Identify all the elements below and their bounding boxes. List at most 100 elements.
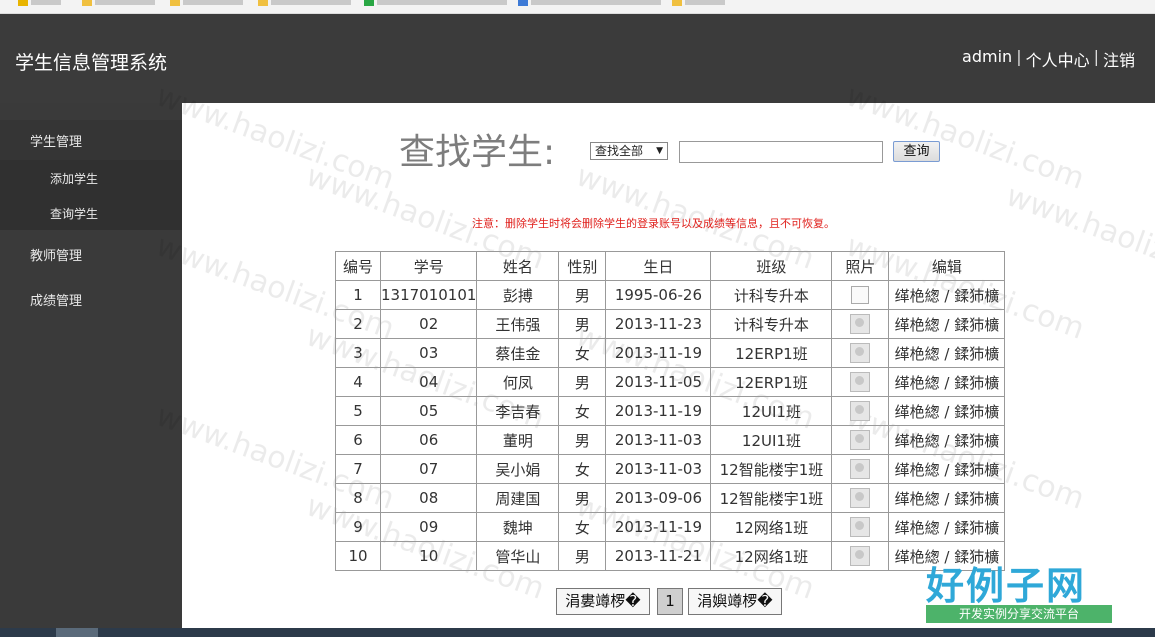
sidebar-item-query-student[interactable]: 查询学生 [0, 195, 182, 230]
search-scope-select[interactable]: 查找全部 ▼ [590, 142, 668, 160]
top-header: 学生信息管理系统 admin | 个人中心 | 注销 [0, 14, 1155, 103]
next-page-button[interactable]: 涓嬩竴椤� [688, 588, 782, 615]
username-link[interactable]: admin [962, 47, 1012, 71]
student-name: 王伟强 [476, 309, 560, 339]
column-header: 班级 [710, 251, 833, 281]
avatar-placeholder-icon [850, 517, 871, 537]
edit-actions[interactable]: 缂栬緫 / 鍒犻櫎 [888, 425, 1006, 455]
student-id: 08 [379, 483, 478, 513]
class-name: 12UI1班 [710, 425, 833, 455]
broken-image-icon [851, 286, 870, 305]
edit-actions[interactable]: 缂栬緫 / 鍒犻櫎 [888, 512, 1006, 542]
bookmark[interactable] [364, 0, 507, 6]
table-row: 3 03 蔡佳金女 2013-11-19 12ERP1班 缂栬緫 / 鍒犻櫎 [335, 338, 1006, 368]
student-id: 04 [379, 367, 478, 397]
watermark-text: www.haolizi.com [1001, 178, 1155, 297]
photo-cell [831, 280, 890, 310]
column-header: 照片 [831, 251, 890, 281]
gender: 男 [558, 309, 607, 339]
profile-link[interactable]: 个人中心 [1026, 47, 1090, 71]
student-name: 彭搏 [476, 280, 560, 310]
row-number: 8 [335, 483, 381, 513]
row-number: 2 [335, 309, 381, 339]
column-header: 姓名 [476, 251, 560, 281]
prev-page-button[interactable]: 涓婁竴椤� [556, 588, 650, 615]
search-title: 查找学生: [399, 132, 556, 173]
class-name: 12网络1班 [710, 512, 833, 542]
birthday: 2013-11-23 [605, 309, 712, 339]
site-logo-watermark: 好例子网 开发实例分享交流平台 [922, 555, 1112, 625]
avatar-placeholder-icon [850, 343, 871, 363]
edit-actions[interactable]: 缂栬緫 / 鍒犻櫎 [888, 280, 1006, 310]
os-taskbar [0, 628, 1155, 637]
photo-cell [831, 309, 890, 339]
edit-actions[interactable]: 缂栬緫 / 鍒犻櫎 [888, 483, 1006, 513]
class-name: 12网络1班 [710, 541, 833, 571]
photo-cell [831, 512, 890, 542]
avatar-placeholder-icon [850, 401, 871, 421]
sidebar-item-student-management[interactable]: 学生管理 [0, 120, 182, 160]
logout-link[interactable]: 注销 [1103, 47, 1135, 71]
birthday: 2013-11-05 [605, 367, 712, 397]
row-number: 4 [335, 367, 381, 397]
student-id: 06 [379, 425, 478, 455]
separator: | [1016, 47, 1022, 66]
edit-actions[interactable]: 缂栬緫 / 鍒犻櫎 [888, 309, 1006, 339]
birthday: 2013-09-06 [605, 483, 712, 513]
bookmark[interactable] [170, 0, 243, 6]
photo-cell [831, 425, 890, 455]
search-input[interactable] [679, 141, 883, 163]
table-row: 2 02 王伟强男 2013-11-23 计科专升本 缂栬緫 / 鍒犻櫎 [335, 309, 1006, 339]
bookmarks-bar [0, 0, 1155, 14]
search-scope-value: 查找全部 [595, 144, 644, 158]
edit-actions[interactable]: 缂栬緫 / 鍒犻櫎 [888, 396, 1006, 426]
bookmark[interactable] [258, 0, 351, 6]
sidebar-item-teacher-management[interactable]: 教师管理 [0, 233, 182, 273]
column-header: 生日 [605, 251, 712, 281]
gender: 男 [558, 280, 607, 310]
taskbar-button[interactable] [56, 628, 98, 637]
bookmark[interactable] [672, 0, 725, 6]
avatar-placeholder-icon [850, 372, 871, 392]
sidebar-item-score-management[interactable]: 成绩管理 [0, 278, 182, 318]
gender: 女 [558, 512, 607, 542]
student-name: 魏坤 [476, 512, 560, 542]
logo-sub-text: 开发实例分享交流平台 [926, 605, 1112, 623]
system-title: 学生信息管理系统 [15, 52, 168, 74]
table-row: 10 10 管华山男 2013-11-21 12网络1班 缂栬緫 / 鍒犻櫎 [335, 541, 1006, 571]
edit-actions[interactable]: 缂栬緫 / 鍒犻櫎 [888, 367, 1006, 397]
birthday: 2013-11-19 [605, 512, 712, 542]
student-name: 管华山 [476, 541, 560, 571]
table-row: 9 09 魏坤女 2013-11-19 12网络1班 缂栬緫 / 鍒犻櫎 [335, 512, 1006, 542]
photo-cell [831, 338, 890, 368]
avatar-placeholder-icon [850, 430, 871, 450]
student-id: 1317010101 [379, 280, 478, 310]
photo-cell [831, 541, 890, 571]
bookmark[interactable] [82, 0, 155, 6]
student-id: 10 [379, 541, 478, 571]
birthday: 1995-06-26 [605, 280, 712, 310]
table-row: 4 04 何凤男 2013-11-05 12ERP1班 缂栬緫 / 鍒犻櫎 [335, 367, 1006, 397]
bookmark[interactable] [518, 0, 661, 6]
separator: | [1093, 47, 1099, 66]
photo-cell [831, 367, 890, 397]
sidebar-item-label: 学生管理 [30, 135, 83, 150]
gender: 女 [558, 338, 607, 368]
gender: 女 [558, 454, 607, 484]
student-table: 编号 学号 姓名 性别 生日 班级 照片 编辑 1 1317010101 彭搏男 19… [335, 251, 1006, 571]
avatar-placeholder-icon [850, 459, 871, 479]
student-id: 02 [379, 309, 478, 339]
logo-main-text: 好例子网 [926, 564, 1087, 608]
photo-cell [831, 454, 890, 484]
sidebar-item-add-student[interactable]: 添加学生 [0, 160, 182, 195]
birthday: 2013-11-19 [605, 338, 712, 368]
search-button[interactable]: 查询 [893, 141, 940, 162]
edit-actions[interactable]: 缂栬緫 / 鍒犻櫎 [888, 454, 1006, 484]
photo-cell [831, 396, 890, 426]
edit-actions[interactable]: 缂栬緫 / 鍒犻櫎 [888, 338, 1006, 368]
current-page[interactable]: 1 [657, 588, 683, 615]
row-number: 1 [335, 280, 381, 310]
class-name: 12ERP1班 [710, 338, 833, 368]
bookmark[interactable] [18, 0, 61, 6]
birthday: 2013-11-03 [605, 425, 712, 455]
